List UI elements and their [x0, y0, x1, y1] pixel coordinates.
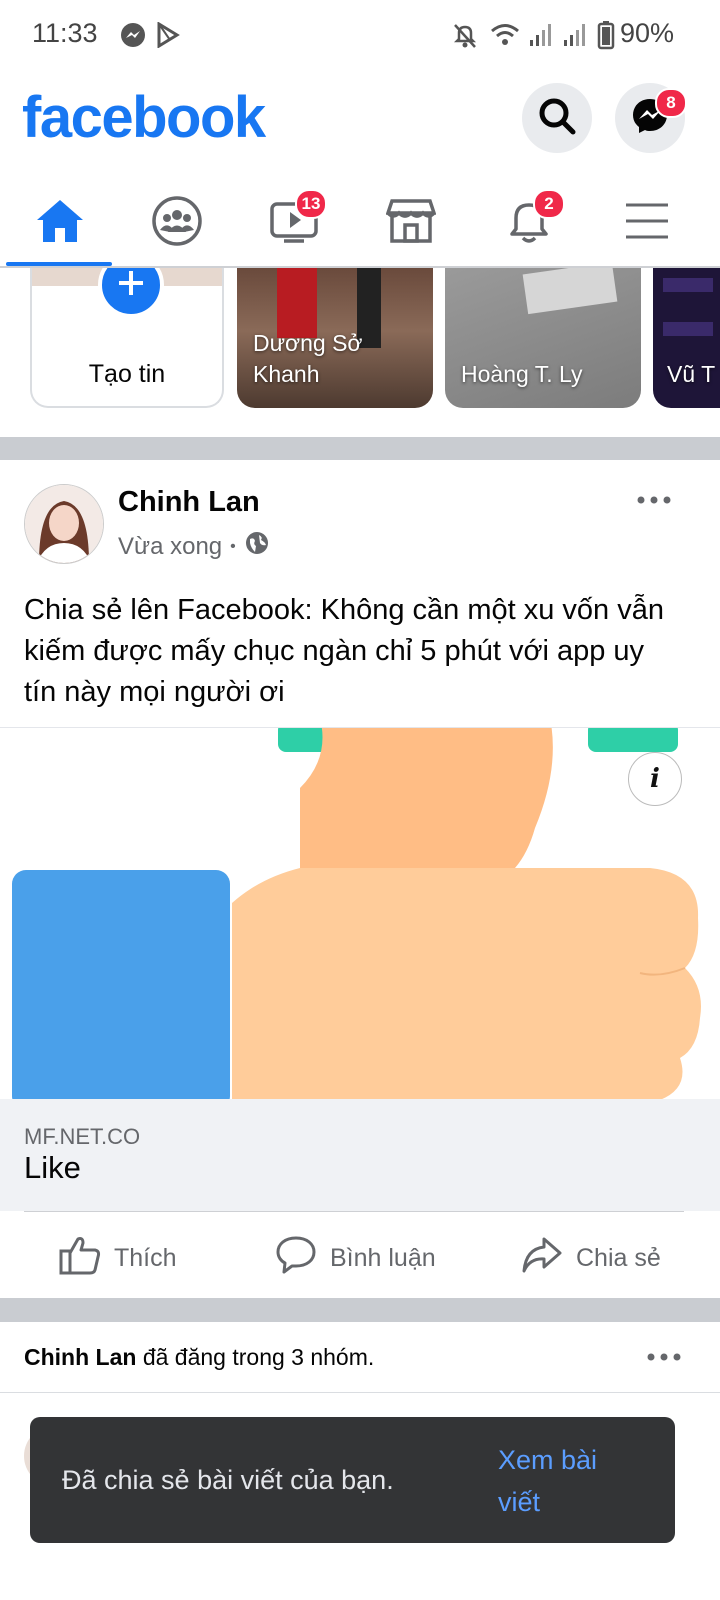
share-button[interactable]: Chia sẻ [520, 1228, 661, 1288]
like-icon [58, 1233, 102, 1284]
tab-notifications[interactable] [469, 182, 589, 264]
video-badge: 13 [295, 189, 327, 219]
post-options-button[interactable] [634, 482, 674, 523]
mute-icon [452, 22, 478, 55]
wifi-icon [490, 22, 520, 53]
home-icon [35, 198, 85, 249]
status-bar: 11:33 90% [0, 0, 720, 72]
tab-groups[interactable] [117, 182, 237, 264]
section-separator [0, 1298, 720, 1322]
search-button[interactable] [522, 83, 592, 153]
more-options-icon [634, 496, 674, 522]
post-meta: Vừa xong • [118, 530, 270, 563]
tab-marketplace[interactable] [351, 182, 471, 264]
toast-message: Đã chia sẻ bài viết của bạn. [62, 1465, 394, 1495]
story-name: Dương Sở Khanh [253, 330, 363, 387]
ad-info-button[interactable]: i [628, 752, 682, 806]
messenger-notification-icon [120, 22, 146, 53]
status-time: 11:33 [32, 18, 98, 48]
comment-label: Bình luận [330, 1243, 436, 1272]
post2-options-button[interactable] [644, 1339, 684, 1380]
post-text: Chia sẻ lên Facebook: Không cần một xu v… [24, 594, 664, 708]
play-store-icon [156, 21, 180, 53]
more-options-icon [644, 1353, 684, 1379]
battery-icon [597, 20, 615, 55]
action-divider [24, 1211, 684, 1212]
battery-percent: 90% [619, 18, 674, 48]
story-card-1[interactable]: Dương Sở Khanh [237, 268, 433, 408]
create-story-card[interactable]: Tạo tin [30, 268, 224, 408]
signal-icon-1 [528, 22, 554, 53]
story-photo-detail [663, 322, 713, 336]
plus-icon [116, 268, 146, 303]
author-avatar[interactable] [24, 484, 104, 564]
info-icon: i [650, 764, 660, 794]
share-icon [520, 1233, 564, 1284]
comment-button[interactable]: Bình luận [274, 1228, 436, 1288]
story-card-3[interactable]: Vũ T [653, 268, 720, 408]
messenger-badge: 8 [655, 88, 687, 118]
post2-divider [0, 1392, 720, 1393]
groups-icon [151, 195, 203, 252]
create-story-label: Tạo tin [88, 360, 166, 388]
post-author[interactable]: Chinh Lan [118, 486, 260, 519]
story-photo-detail [522, 268, 618, 315]
globe-icon [244, 530, 270, 563]
meta-dot: • [230, 537, 236, 555]
share-toast: Đã chia sẻ bài viết của bạn. Xem bài viế… [30, 1417, 675, 1543]
view-post-button[interactable]: Xem bài viết [498, 1439, 638, 1523]
share-label: Chia sẻ [576, 1243, 661, 1272]
link-preview[interactable] [0, 1099, 720, 1211]
like-button[interactable]: Thích [58, 1228, 177, 1288]
story-name: Vũ T [667, 361, 716, 387]
link-domain: MF.NET.CO [24, 1124, 141, 1149]
post-time: Vừa xong [118, 532, 223, 560]
facebook-logo[interactable]: facebook [22, 84, 266, 151]
tab-home[interactable] [0, 182, 120, 264]
story-card-2[interactable]: Hoàng T. Ly [445, 268, 641, 408]
search-icon [537, 96, 577, 141]
post2-shared-text: đã đăng trong 3 nhóm. [142, 1344, 375, 1370]
link-title: Like [24, 1150, 81, 1185]
like-label: Thích [114, 1243, 177, 1272]
signal-icon-2 [562, 22, 588, 53]
section-separator [0, 437, 720, 460]
add-story-button[interactable] [98, 268, 164, 318]
post-image[interactable]: i [0, 727, 720, 1100]
post2-author[interactable]: Chinh Lan [24, 1344, 136, 1370]
marketplace-icon [385, 197, 437, 250]
notifications-badge: 2 [533, 189, 565, 219]
story-photo-detail [663, 278, 713, 292]
tab-menu[interactable] [587, 182, 707, 264]
menu-icon [624, 201, 670, 246]
story-name: Hoàng T. Ly [461, 361, 583, 387]
comment-icon [274, 1233, 318, 1284]
tab-watch[interactable] [234, 182, 354, 264]
shared-in-groups-line: Chinh Lan đã đăng trong 3 nhóm. [24, 1344, 374, 1371]
